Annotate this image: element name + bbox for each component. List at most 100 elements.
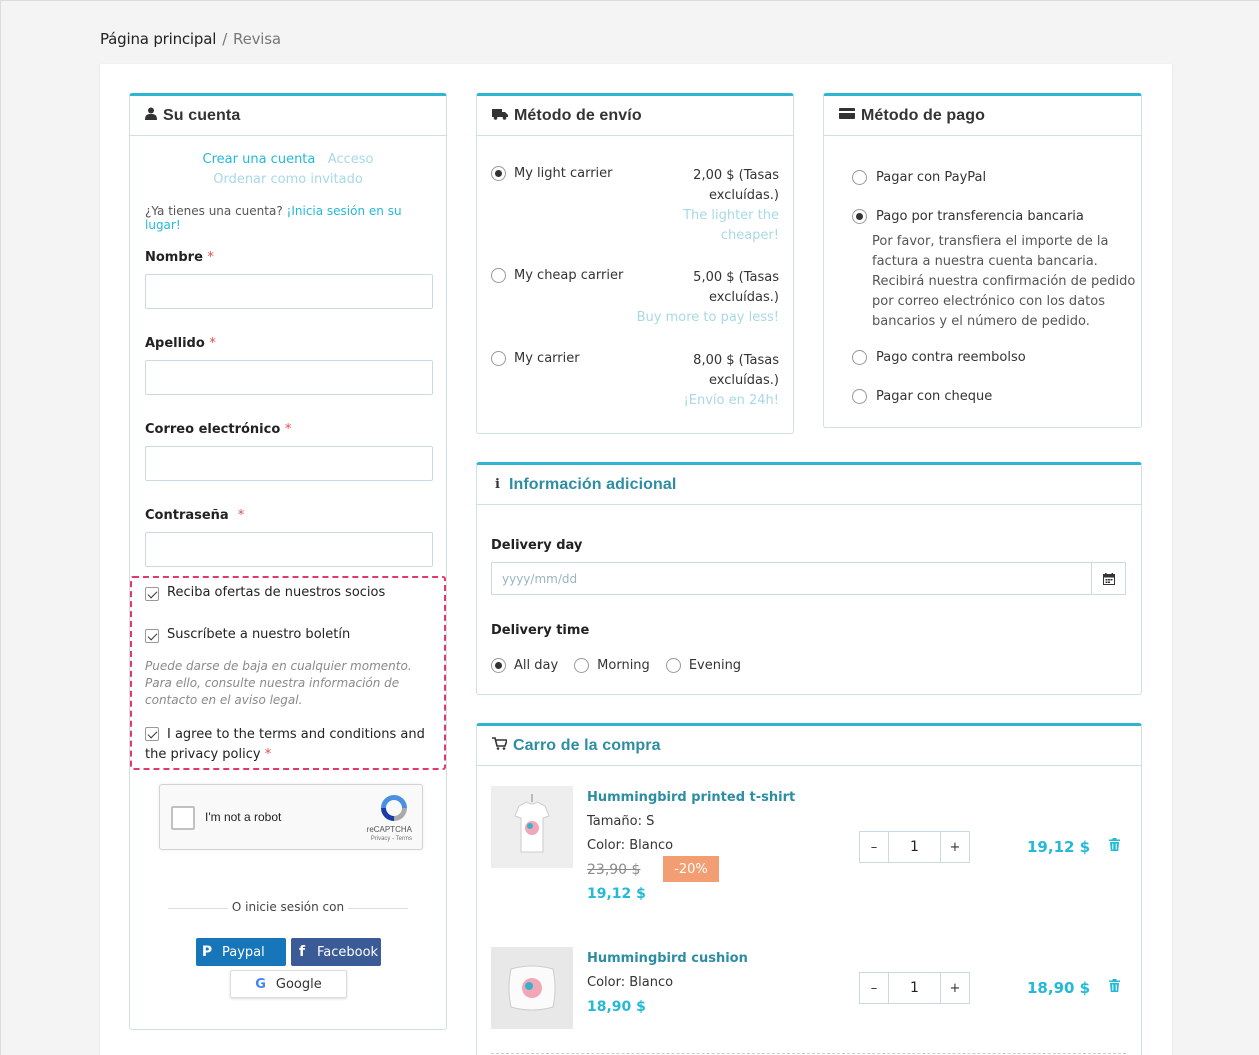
- payment-title: Método de pago: [861, 106, 986, 124]
- additional-info-card: i Información adicional Delivery day yyy…: [476, 462, 1142, 695]
- radio-unselected[interactable]: [852, 389, 867, 404]
- trash-icon[interactable]: [1109, 838, 1120, 855]
- quantity-stepper: – 1 +: [859, 831, 970, 863]
- cart-item: Hummingbird cushion Color: Blanco 18,90 …: [491, 947, 1126, 1037]
- delivery-time-label: Delivery time: [491, 623, 590, 638]
- increase-qty-button[interactable]: +: [941, 973, 969, 1003]
- product-color: Color: Blanco: [587, 838, 674, 853]
- checkout-sheet: Su cuenta Crear una cuenta Acceso Ordena…: [100, 64, 1172, 1055]
- cart-card-header: Carro de la compra: [477, 726, 1141, 766]
- decrease-qty-button[interactable]: –: [860, 973, 888, 1003]
- delivery-day-label: Delivery day: [491, 538, 583, 553]
- delivery-time-options: All day Morning Evening: [491, 658, 757, 673]
- line-total: 19,12 $: [1027, 838, 1091, 856]
- payment-option-cheque[interactable]: Pagar con cheque: [852, 389, 992, 404]
- time-option-morning[interactable]: Morning: [574, 658, 650, 673]
- breadcrumb-current: Revisa: [233, 30, 281, 48]
- cart-icon: [492, 737, 509, 754]
- product-name[interactable]: Hummingbird cushion: [587, 951, 748, 966]
- facebook-login-button[interactable]: f Facebook: [291, 938, 381, 966]
- radio-selected[interactable]: [491, 658, 506, 673]
- cart-divider: [491, 1053, 1126, 1054]
- cart-card: Carro de la compra Hummingbird printed t…: [476, 723, 1142, 1055]
- radio-unselected[interactable]: [491, 268, 506, 283]
- bank-transfer-description: Por favor, transfiera el importe de la f…: [872, 234, 1136, 329]
- recaptcha-checkbox[interactable]: [171, 806, 195, 830]
- partner-offers-checkbox[interactable]: Reciba ofertas de nuestros socios: [145, 585, 385, 601]
- payment-option-bank-transfer[interactable]: Pago por transferencia bancaria: [852, 209, 1084, 224]
- product-size: Tamaño: S: [587, 814, 655, 829]
- login-link[interactable]: Acceso: [328, 152, 374, 167]
- breadcrumb: Página principal / Revisa: [100, 30, 281, 48]
- checkbox-checked[interactable]: [145, 629, 159, 643]
- shipping-card: Método de envío My light carrier 2,00 $ …: [476, 93, 794, 434]
- payment-card: Método de pago Pagar con PayPal Pago por…: [823, 93, 1142, 428]
- info-title: Información adicional: [508, 475, 677, 493]
- last-name-label: Apellido *: [145, 336, 216, 351]
- product-color: Color: Blanco: [587, 975, 674, 990]
- product-thumbnail[interactable]: [491, 947, 573, 1029]
- account-card-header: Su cuenta: [130, 96, 446, 136]
- product-thumbnail[interactable]: [491, 786, 573, 868]
- first-name-label: Nombre *: [145, 250, 214, 265]
- create-account-link[interactable]: Crear una cuenta: [203, 152, 316, 167]
- discount-badge: -20%: [663, 856, 719, 882]
- date-placeholder: yyyy/mm/dd: [502, 572, 578, 586]
- time-option-evening[interactable]: Evening: [665, 658, 741, 673]
- shipping-card-header: Método de envío: [477, 96, 793, 136]
- payment-option-cod[interactable]: Pago contra reembolso: [852, 350, 1026, 365]
- password-input[interactable]: [145, 532, 433, 567]
- payment-option-paypal[interactable]: Pagar con PayPal: [852, 170, 986, 185]
- radio-unselected[interactable]: [852, 170, 867, 185]
- paypal-login-button[interactable]: P Paypal: [196, 938, 286, 966]
- social-divider: O inicie sesión con: [168, 900, 408, 916]
- line-total: 18,90 $: [1027, 979, 1091, 997]
- recaptcha-links[interactable]: Privacy - Terms: [371, 836, 412, 842]
- trash-icon[interactable]: [1109, 979, 1120, 996]
- password-label: Contraseña *: [145, 508, 245, 523]
- product-price: 18,90 $: [587, 999, 646, 1015]
- decrease-qty-button[interactable]: –: [860, 832, 888, 862]
- account-title: Su cuenta: [163, 106, 241, 124]
- info-card-header: i Información adicional: [477, 465, 1141, 505]
- radio-selected[interactable]: [491, 166, 506, 181]
- account-mode-links: Crear una cuenta Acceso Ordenar como inv…: [130, 150, 446, 190]
- quantity-value[interactable]: 1: [888, 973, 941, 1003]
- breadcrumb-home[interactable]: Página principal: [100, 30, 216, 48]
- have-account-label: ¿Ya tienes una cuenta?: [145, 204, 283, 218]
- terms-checkbox[interactable]: I agree to the terms and conditions and …: [145, 725, 435, 765]
- delivery-day-input[interactable]: yyyy/mm/dd: [491, 562, 1126, 595]
- first-name-input[interactable]: [145, 274, 433, 309]
- credit-card-icon: [839, 108, 855, 123]
- facebook-icon: f: [298, 944, 306, 960]
- product-old-price: 23,90 $: [587, 862, 641, 878]
- google-login-button[interactable]: G Google: [230, 970, 347, 998]
- recaptcha-brand: reCAPTCHA: [366, 825, 412, 834]
- calendar-icon[interactable]: [1091, 563, 1125, 594]
- truck-icon: [492, 108, 508, 124]
- email-input[interactable]: [145, 446, 433, 481]
- paypal-icon: P: [201, 944, 213, 960]
- guest-link[interactable]: Ordenar como invitado: [213, 172, 363, 187]
- recaptcha-logo-icon: [381, 795, 407, 821]
- last-name-input[interactable]: [145, 360, 433, 395]
- payment-card-header: Método de pago: [824, 96, 1141, 136]
- radio-selected[interactable]: [852, 209, 867, 224]
- newsletter-checkbox[interactable]: Suscríbete a nuestro boletín: [145, 627, 350, 643]
- google-icon: G: [255, 976, 266, 992]
- radio-unselected[interactable]: [491, 351, 506, 366]
- radio-unselected[interactable]: [852, 350, 867, 365]
- have-account-text: ¿Ya tienes una cuenta? ¡Inicia sesión en…: [130, 204, 446, 232]
- radio-unselected[interactable]: [665, 658, 681, 673]
- quantity-stepper: – 1 +: [859, 972, 970, 1004]
- radio-unselected[interactable]: [574, 658, 590, 673]
- increase-qty-button[interactable]: +: [941, 832, 969, 862]
- time-option-all-day[interactable]: All day: [491, 658, 558, 673]
- checkbox-checked[interactable]: [145, 587, 159, 601]
- product-name[interactable]: Hummingbird printed t-shirt: [587, 790, 795, 805]
- quantity-value[interactable]: 1: [888, 832, 941, 862]
- checkbox-checked[interactable]: [145, 727, 159, 741]
- recaptcha-widget: I'm not a robot reCAPTCHA Privacy - Term…: [159, 784, 423, 850]
- newsletter-note: Puede darse de baja en cualquier momento…: [145, 659, 412, 707]
- info-icon: i: [495, 477, 500, 492]
